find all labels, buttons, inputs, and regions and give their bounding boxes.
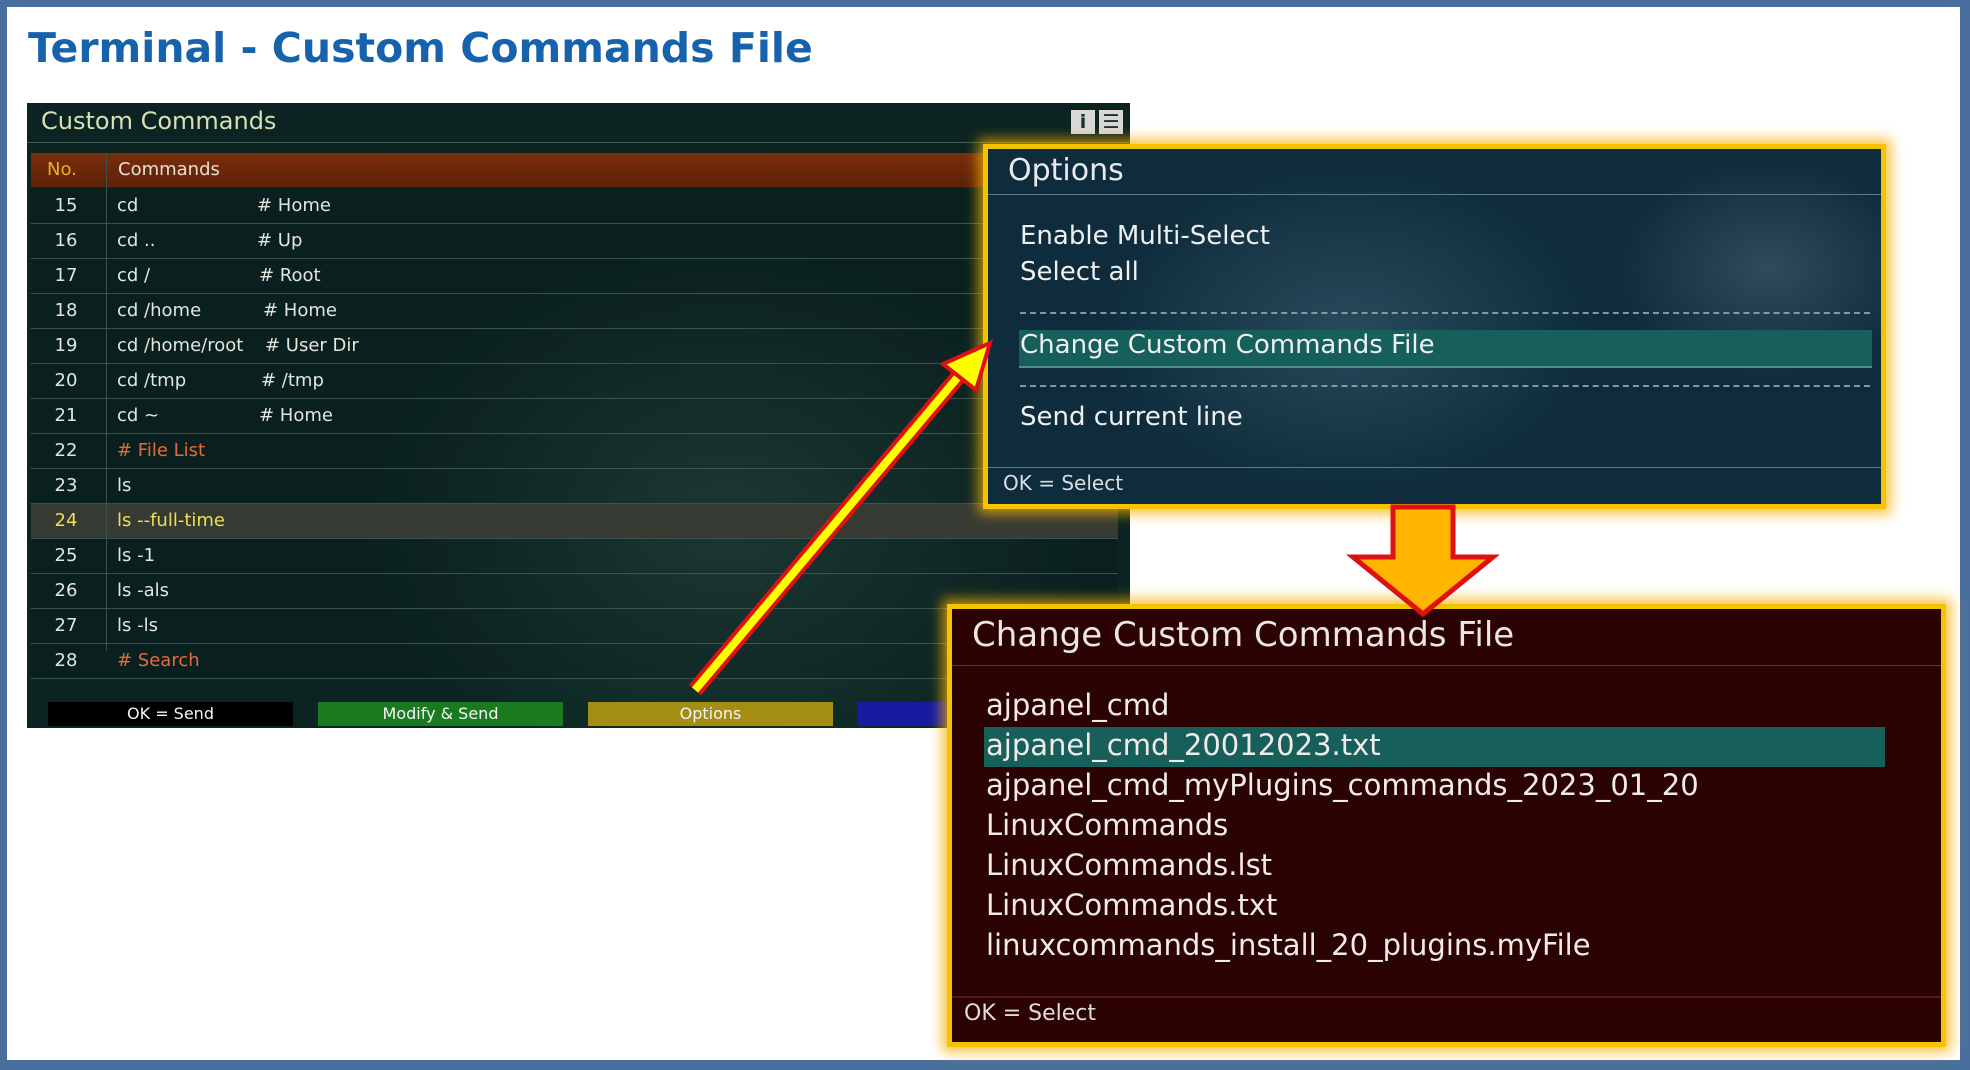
row-number: 18 xyxy=(54,300,78,321)
table-row[interactable]: 15 cd # Home xyxy=(31,189,1118,224)
title-divider xyxy=(27,142,1130,143)
file-list-item[interactable]: LinuxCommands xyxy=(986,808,1228,842)
page-title: Terminal - Custom Commands File xyxy=(28,24,813,72)
row-command: # Search xyxy=(117,650,200,671)
menu-separator xyxy=(1020,385,1870,387)
table-row[interactable]: 20 cd /tmp # /tmp xyxy=(31,364,1118,399)
modify-send-button[interactable]: Modify & Send xyxy=(318,702,563,726)
row-comment: # Home xyxy=(259,405,333,426)
file-popup-title-divider xyxy=(952,665,1941,666)
row-command: cd xyxy=(117,195,139,216)
table-row[interactable]: 18 cd /home # Home xyxy=(31,294,1118,329)
row-comment: # Up xyxy=(257,230,303,251)
menu-item-select-all[interactable]: Select all xyxy=(1020,257,1139,287)
row-number: 24 xyxy=(54,510,78,531)
row-command: cd /home xyxy=(117,300,202,321)
options-footer-hint: OK = Select xyxy=(1003,471,1124,495)
row-number: 16 xyxy=(54,230,78,251)
row-number: 17 xyxy=(54,265,78,286)
column-header-commands: Commands xyxy=(118,159,220,180)
file-list-item[interactable]: LinuxCommands.lst xyxy=(986,848,1272,882)
column-header-no: No. xyxy=(47,159,77,180)
options-footer-divider xyxy=(988,467,1881,468)
row-command: cd / xyxy=(117,265,151,286)
row-command: cd ~ xyxy=(117,405,160,426)
options-title: Options xyxy=(1008,153,1124,188)
file-list-item[interactable]: ajpanel_cmd_myPlugins_commands_2023_01_2… xyxy=(986,768,1699,802)
row-command: # File List xyxy=(117,440,206,461)
menu-separator xyxy=(1020,312,1870,314)
table-row[interactable]: 17 cd / # Root xyxy=(31,259,1118,294)
options-button[interactable]: Options xyxy=(588,702,833,726)
file-list-item-selected[interactable]: ajpanel_cmd_20012023.txt xyxy=(986,728,1381,762)
table-row[interactable]: 23 ls xyxy=(31,469,1118,504)
file-list-item[interactable]: LinuxCommands.txt xyxy=(986,888,1277,922)
ok-send-button[interactable]: OK = Send xyxy=(48,702,293,726)
table-row[interactable]: 21 cd ~ # Home xyxy=(31,399,1118,434)
row-number: 21 xyxy=(54,405,78,426)
row-command: ls --full-time xyxy=(117,510,225,531)
table-row[interactable]: 16 cd .. # Up xyxy=(31,224,1118,259)
file-footer-divider xyxy=(952,996,1941,998)
row-number: 19 xyxy=(54,335,78,356)
row-number: 26 xyxy=(54,580,78,601)
file-list-item[interactable]: ajpanel_cmd xyxy=(986,688,1169,722)
menu-item-change-custom-commands-file[interactable]: Change Custom Commands File xyxy=(1020,330,1435,360)
options-title-divider xyxy=(988,194,1881,195)
menu-icon[interactable]: ☰ xyxy=(1099,110,1123,134)
row-command: ls -ls xyxy=(117,615,158,636)
row-command: cd /home/root xyxy=(117,335,244,356)
table-header: No. Commands xyxy=(31,153,1118,187)
table-row[interactable]: 19 cd /home/root # User Dir xyxy=(31,329,1118,364)
row-number: 15 xyxy=(54,195,78,216)
row-number: 23 xyxy=(54,475,78,496)
table-row[interactable]: 25 ls -1 xyxy=(31,539,1118,574)
row-number: 27 xyxy=(54,615,78,636)
row-comment: # Home xyxy=(257,195,331,216)
row-command: cd .. xyxy=(117,230,156,251)
options-popup: Options Enable Multi-Select Select all C… xyxy=(983,144,1886,509)
change-file-popup: Change Custom Commands File ajpanel_cmd … xyxy=(947,604,1946,1047)
row-comment: # User Dir xyxy=(265,335,359,356)
row-command: ls -1 xyxy=(117,545,156,566)
row-number: 25 xyxy=(54,545,78,566)
info-icon[interactable]: i xyxy=(1071,110,1095,134)
table-row-selected[interactable]: 24 ls --full-time xyxy=(31,504,1118,539)
row-command: ls -als xyxy=(117,580,170,601)
column-divider xyxy=(106,153,107,651)
row-number: 28 xyxy=(54,650,78,671)
menu-item-send-current-line[interactable]: Send current line xyxy=(1020,402,1243,432)
window-title: Custom Commands xyxy=(41,107,277,135)
row-comment: # Root xyxy=(259,265,321,286)
row-number: 20 xyxy=(54,370,78,391)
file-list-item[interactable]: linuxcommands_install_20_plugins.myFile xyxy=(986,928,1591,962)
table-row[interactable]: 22 # File List xyxy=(31,434,1118,469)
row-comment: # Home xyxy=(263,300,337,321)
row-command: ls xyxy=(117,475,132,496)
row-number: 22 xyxy=(54,440,78,461)
file-footer-hint: OK = Select xyxy=(964,1001,1097,1026)
row-command: cd /tmp xyxy=(117,370,187,391)
menu-item-enable-multi-select[interactable]: Enable Multi-Select xyxy=(1020,221,1270,251)
row-comment: # /tmp xyxy=(261,370,324,391)
file-popup-title: Change Custom Commands File xyxy=(972,615,1515,655)
